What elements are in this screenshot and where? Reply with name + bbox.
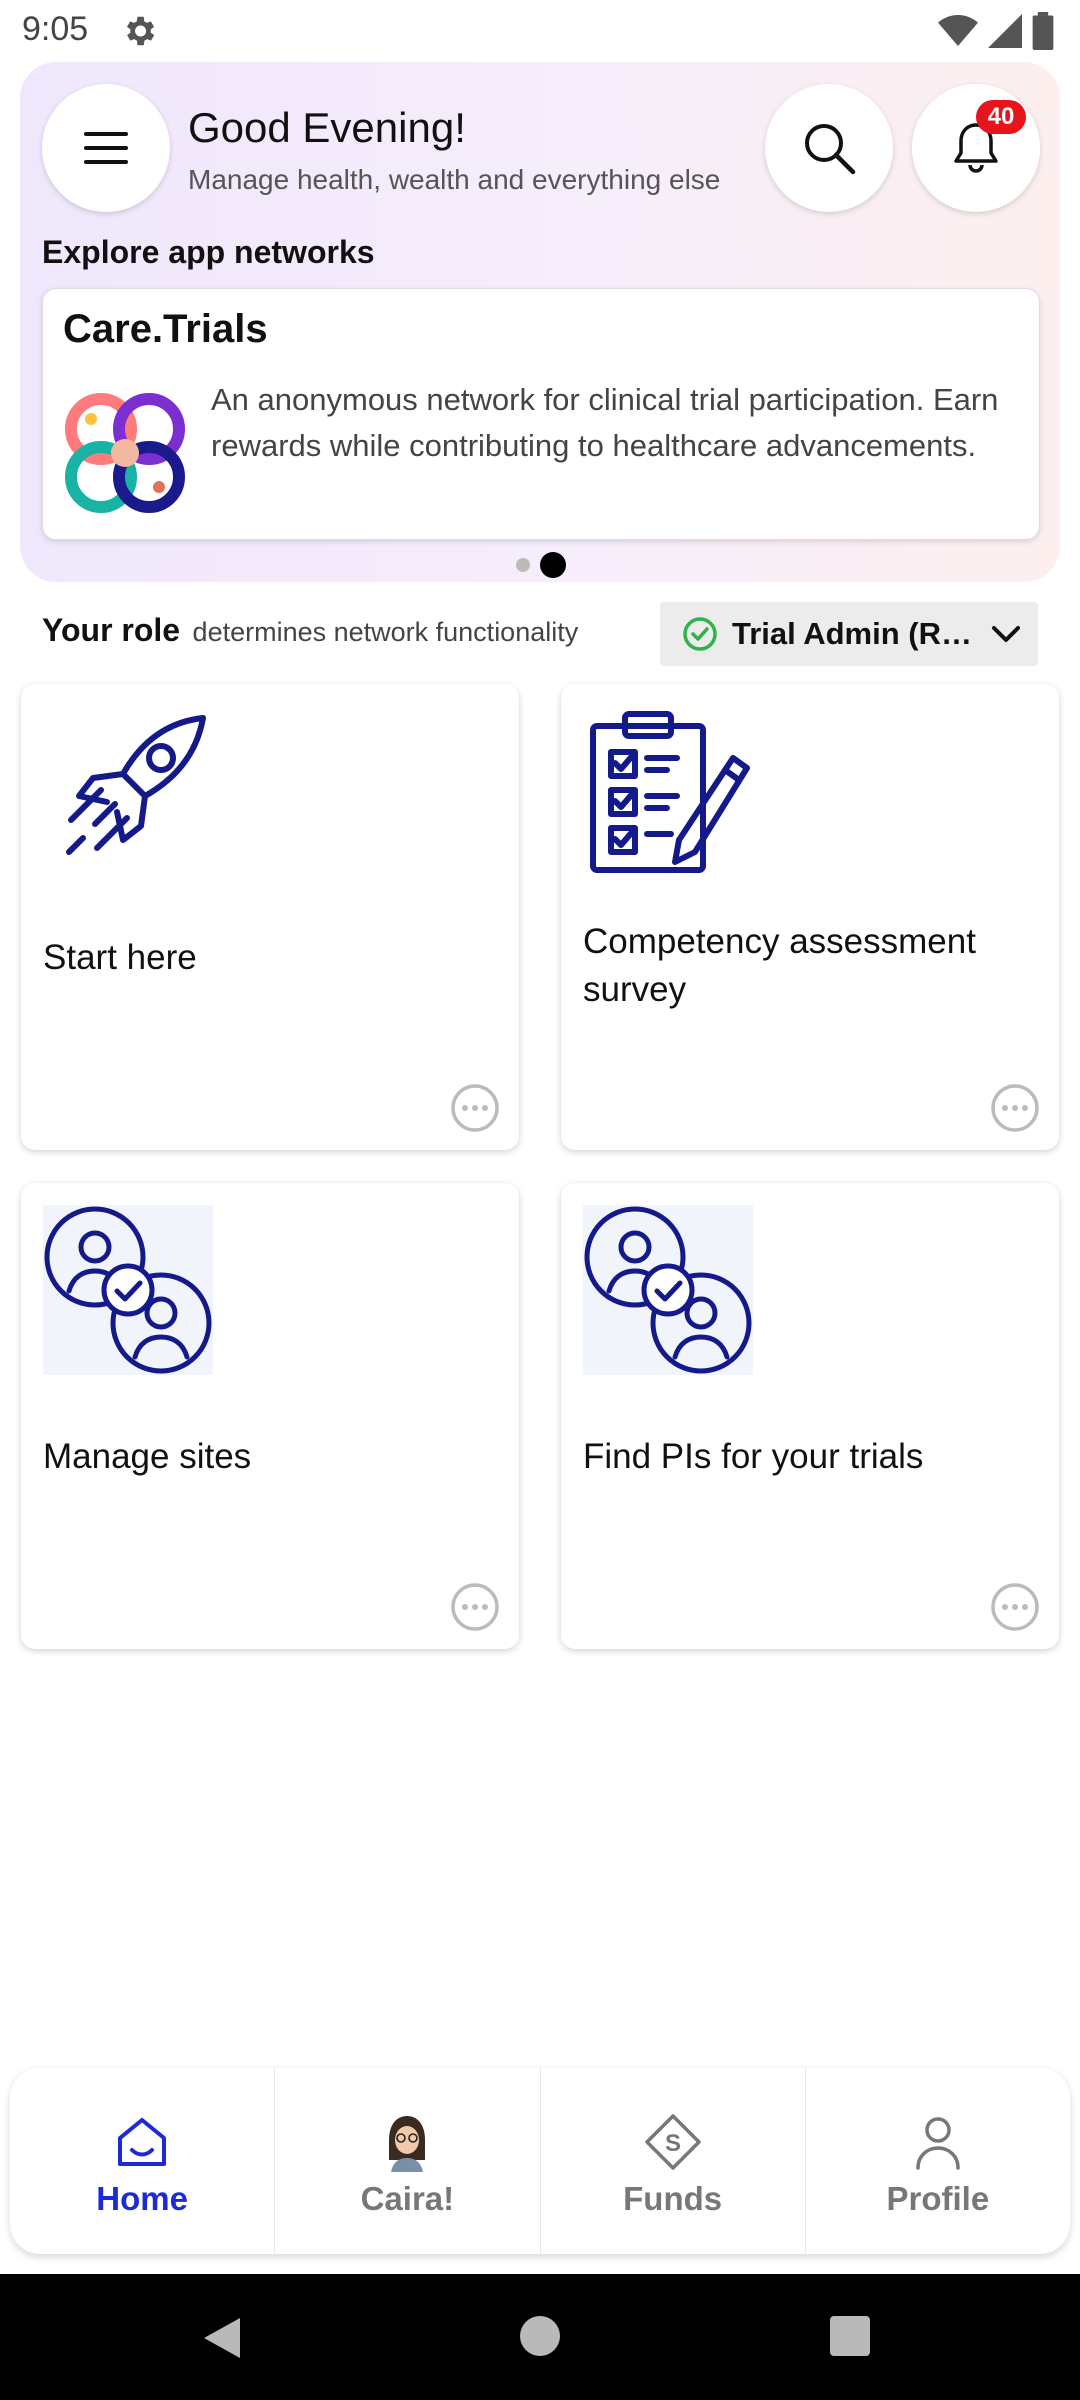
wifi-icon (938, 15, 978, 46)
network-card-title: Care.Trials (63, 307, 268, 351)
tile-find-pis[interactable]: Find PIs for your trials (561, 1183, 1059, 1649)
tile-label: Competency assessment survey (583, 922, 976, 1009)
recents-square-icon[interactable] (830, 2316, 870, 2356)
back-icon[interactable] (200, 2314, 244, 2362)
tile-label: Manage sites (43, 1437, 252, 1476)
nav-label-profile: Profile (886, 2180, 990, 2217)
more-options-icon[interactable] (449, 1581, 501, 1633)
role-label: Your role (42, 612, 181, 648)
settings-gear-icon (126, 16, 155, 46)
signal-icon (988, 14, 1022, 48)
profile-icon (916, 2117, 960, 2170)
nav-label-caira: Caira! (360, 2180, 455, 2217)
status-bar: 9:05 (0, 0, 1080, 62)
home-circle-icon[interactable] (520, 2316, 560, 2356)
network-card-description: An anonymous network for clinical trial … (211, 382, 999, 463)
funds-icon: S (644, 2114, 701, 2170)
carousel-pager (516, 552, 566, 578)
pager-dot[interactable] (516, 558, 530, 572)
avatar-icon (389, 2116, 426, 2172)
notifications-button[interactable]: 40 (912, 84, 1040, 212)
tile-manage-sites[interactable]: Manage sites (21, 1183, 519, 1649)
nav-item-caira[interactable]: Caira! (275, 2068, 541, 2254)
nav-label-home: Home (96, 2180, 188, 2217)
tile-label: Find PIs for your trials (583, 1437, 924, 1476)
nav-label-funds: Funds (623, 2180, 723, 2217)
greeting-subtitle: Manage health, wealth and everything els… (188, 164, 721, 195)
nav-item-funds[interactable]: S Funds (541, 2068, 806, 2254)
role-selected-value: Trial Admin (R… (732, 616, 972, 651)
nav-item-profile[interactable]: Profile (806, 2068, 1070, 2254)
role-caption: Your role determines network functionali… (42, 612, 578, 649)
role-description: determines network functionality (192, 617, 579, 647)
system-navigation-bar (0, 2274, 1080, 2400)
role-dropdown[interactable]: Trial Admin (R… (660, 602, 1038, 666)
chevron-down-icon (992, 626, 1020, 642)
more-options-icon[interactable] (989, 1082, 1041, 1134)
bottom-navigation: Home Caira! S Funds Profile (10, 2068, 1070, 2254)
status-time: 9:05 (22, 10, 89, 48)
status-indicators (938, 12, 1054, 50)
menu-button[interactable] (42, 84, 170, 212)
tile-start-here[interactable]: Start here (21, 684, 519, 1150)
search-button[interactable] (765, 84, 893, 212)
users-verified-icon (583, 1205, 753, 1375)
pager-dot-active[interactable] (540, 552, 566, 578)
explore-networks-heading: Explore app networks (42, 234, 375, 270)
header-card: Good Evening! Manage health, wealth and … (20, 62, 1060, 582)
rocket-icon (66, 715, 206, 855)
tile-competency-survey[interactable]: Competency assessment survey (561, 684, 1059, 1150)
app-screen: 9:05 Good Evening! Manage health, wealth… (0, 0, 1080, 2400)
svg-text:S: S (665, 2130, 681, 2157)
tile-label: Start here (43, 938, 197, 977)
check-circle-icon (683, 617, 717, 651)
home-icon (118, 2118, 167, 2166)
nav-item-home[interactable]: Home (10, 2068, 276, 2254)
search-icon (805, 124, 856, 175)
network-card-care-trials[interactable]: Care.Trials An anonymous network for cli… (42, 288, 1040, 540)
more-options-icon[interactable] (449, 1082, 501, 1134)
more-options-icon[interactable] (989, 1581, 1041, 1633)
notification-badge: 40 (976, 100, 1026, 134)
battery-icon (1032, 12, 1054, 50)
care-trials-logo-icon (65, 393, 185, 513)
clipboard-checklist-icon (590, 711, 750, 873)
hamburger-menu-icon (84, 132, 128, 164)
users-verified-icon (43, 1205, 213, 1375)
greeting-title: Good Evening! (188, 104, 466, 151)
